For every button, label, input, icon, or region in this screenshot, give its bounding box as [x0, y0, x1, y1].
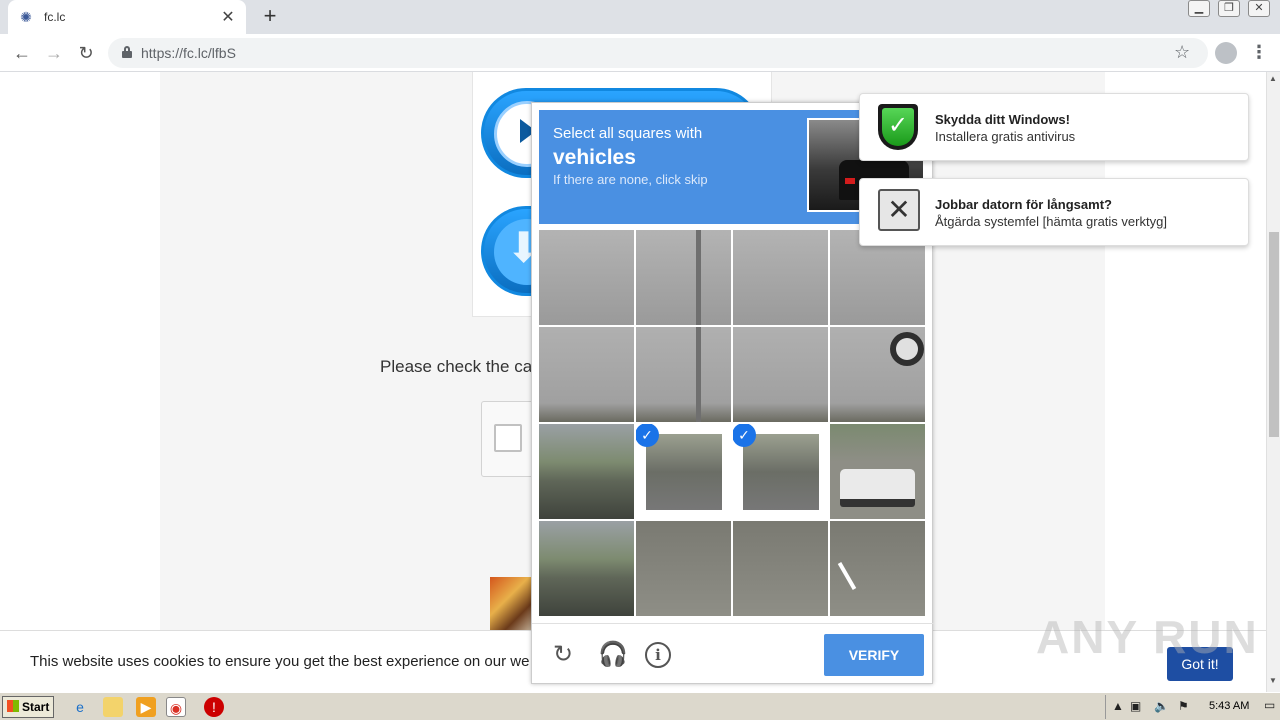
image-tile[interactable]	[539, 521, 634, 616]
reload-icon[interactable]: ↻	[74, 41, 98, 65]
security-alert-icon[interactable]: !	[204, 697, 224, 717]
new-tab-button[interactable]: +	[258, 5, 282, 29]
window-controls: ▁ ❐ ✕	[1188, 0, 1270, 17]
light-pole	[696, 327, 701, 422]
image-tile[interactable]	[830, 327, 925, 422]
challenge-keyword: vehicles	[553, 146, 636, 169]
back-icon[interactable]: ←	[10, 41, 34, 65]
ie-icon[interactable]: e	[70, 697, 90, 717]
verify-button[interactable]: VERIFY	[824, 634, 924, 676]
restore-button[interactable]: ❐	[1218, 0, 1240, 17]
page-scrollbar[interactable]: ▲ ▼	[1266, 72, 1280, 692]
tab-bar: ✺ fc.lc ✕ + ▁ ❐ ✕	[0, 0, 1280, 34]
image-tile[interactable]	[733, 521, 828, 616]
start-label: Start	[22, 700, 50, 714]
start-button[interactable]: Start	[2, 696, 54, 718]
browser-toolbar: ← → ↻ https://fc.lc/lfbS ☆ ⋮	[0, 34, 1280, 72]
site-favicon-icon: ✺	[20, 9, 32, 25]
explorer-folder-icon[interactable]	[103, 697, 123, 717]
info-icon[interactable]: i	[645, 642, 671, 668]
anyrun-watermark: ANY RUN	[1036, 611, 1259, 663]
chrome-icon[interactable]: ◉	[166, 697, 186, 717]
scroll-up-icon[interactable]: ▲	[1269, 74, 1277, 83]
taskbar-clock: 5:43 AM	[1209, 700, 1250, 712]
notification-subtitle: Installera gratis antivirus	[935, 129, 1076, 144]
tray-expand-icon[interactable]: ▲	[1112, 699, 1124, 713]
reload-challenge-icon[interactable]: ↻	[550, 642, 576, 668]
flag-icon[interactable]: ⚑	[1178, 699, 1189, 713]
shield-check-icon: ✓	[878, 104, 922, 152]
notification-title: Skydda ditt Windows!	[935, 112, 1070, 127]
image-tile[interactable]	[636, 230, 731, 325]
lock-icon	[122, 46, 132, 58]
captcha-instruction-text: Please check the ca	[380, 357, 533, 376]
show-desktop-icon[interactable]: ▭	[1264, 698, 1275, 712]
image-tile[interactable]	[539, 327, 634, 422]
notification-subtitle: Åtgärda systemfel [hämta gratis verktyg]	[935, 214, 1167, 229]
challenge-hint: If there are none, click skip	[553, 172, 708, 187]
image-tile-grid: ✓ ✓	[539, 230, 927, 618]
lane-marking	[837, 562, 857, 590]
scroll-thumb[interactable]	[1269, 232, 1279, 437]
minimize-button[interactable]: ▁	[1188, 0, 1210, 17]
image-tile[interactable]	[636, 327, 731, 422]
tab-title: fc.lc	[44, 10, 66, 24]
volume-icon[interactable]: 🔈	[1154, 699, 1169, 713]
bookmark-star-icon[interactable]: ☆	[1174, 42, 1190, 63]
system-tray: ▲ ▣ 🔈 ⚑ 5:43 AM ▭	[1105, 695, 1278, 719]
browser-menu-icon[interactable]: ⋮	[1250, 42, 1268, 63]
image-tile[interactable]	[539, 230, 634, 325]
image-tile[interactable]	[636, 521, 731, 616]
image-tile[interactable]	[733, 230, 828, 325]
image-tile[interactable]	[830, 521, 925, 616]
close-window-button[interactable]: ✕	[1248, 0, 1270, 17]
image-tile[interactable]: ✓	[636, 424, 731, 519]
url-text[interactable]: https://fc.lc/lfbS	[141, 45, 236, 61]
light-pole	[696, 230, 701, 325]
profile-avatar-icon[interactable]	[1215, 42, 1237, 64]
challenge-instruction: Select all squares with	[553, 125, 703, 142]
forward-icon[interactable]: →	[42, 41, 66, 65]
image-tile[interactable]: ✓	[733, 424, 828, 519]
image-tile[interactable]	[830, 424, 925, 519]
audio-challenge-icon[interactable]: 🎧	[598, 642, 628, 668]
notification-slow-pc[interactable]: ✕ Jobbar datorn för långsamt? Åtgärda sy…	[859, 178, 1249, 246]
close-tab-icon[interactable]: ✕	[220, 7, 236, 27]
windows-taskbar: Start e ▶ ◉ ! ▲ ▣ 🔈 ⚑ 5:43 AM ▭	[0, 692, 1280, 720]
image-tile[interactable]	[733, 327, 828, 422]
pickup-truck	[840, 469, 915, 507]
recaptcha-checkbox[interactable]	[494, 424, 522, 452]
network-icon[interactable]: ▣	[1130, 699, 1141, 713]
tools-icon: ✕	[878, 189, 922, 237]
cookie-message: This website uses cookies to ensure you …	[30, 653, 530, 670]
notification-title: Jobbar datorn för långsamt?	[935, 197, 1112, 212]
windows-logo-icon	[7, 700, 19, 712]
image-tile[interactable]	[539, 424, 634, 519]
scroll-down-icon[interactable]: ▼	[1269, 676, 1277, 685]
billboard-clock	[890, 332, 924, 366]
browser-tab[interactable]: ✺ fc.lc ✕	[8, 0, 246, 34]
address-bar[interactable]: https://fc.lc/lfbS	[108, 38, 1208, 68]
challenge-footer: ↻ 🎧 i VERIFY	[532, 623, 934, 685]
media-player-icon[interactable]: ▶	[136, 697, 156, 717]
notification-antivirus[interactable]: ✓ Skydda ditt Windows! Installera gratis…	[859, 93, 1249, 161]
ad-thumbnail[interactable]	[490, 577, 532, 632]
